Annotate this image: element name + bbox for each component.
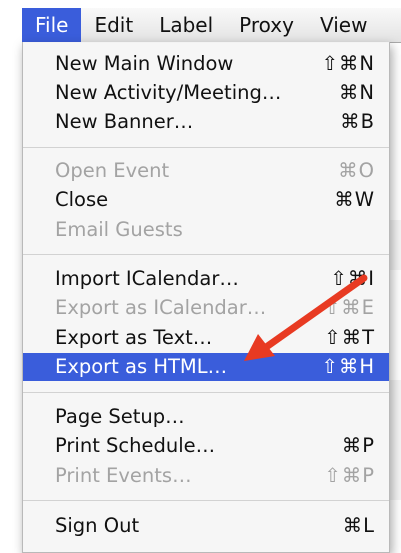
menu-separator <box>23 392 389 393</box>
menu-item-import-icalendar[interactable]: Import ICalendar… ⇧⌘I <box>23 265 389 293</box>
menu-item-new-activity-meeting[interactable]: New Activity/Meeting… ⌘N <box>23 79 389 107</box>
menu-item-new-main-window[interactable]: New Main Window ⇧⌘N <box>23 50 389 78</box>
menu-item-shortcut: ⌘N <box>338 81 375 104</box>
menu-item-label: New Main Window <box>55 52 234 75</box>
menu-item-export-icalendar: Export as ICalendar… ⇧⌘E <box>23 294 389 322</box>
menu-item-page-setup[interactable]: Page Setup… <box>23 403 389 431</box>
menu-item-email-guests: Email Guests <box>23 216 389 244</box>
menu-item-new-banner[interactable]: New Banner… ⌘B <box>23 108 389 136</box>
menu-item-label: Import ICalendar… <box>55 267 239 290</box>
menu-item-shortcut: ⇧⌘E <box>323 296 375 319</box>
menu-item-shortcut: ⌘P <box>341 434 375 457</box>
menu-separator <box>23 254 389 255</box>
menu-item-shortcut: ⇧⌘N <box>321 52 375 75</box>
menu-item-shortcut: ⇧⌘I <box>330 267 375 290</box>
menu-item-shortcut: ⌘O <box>338 159 375 182</box>
menu-item-shortcut: ⇧⌘H <box>321 355 375 378</box>
menu-view[interactable]: View <box>307 8 380 42</box>
menu-item-label: New Banner… <box>55 110 194 133</box>
menu-item-sign-out[interactable]: Sign Out ⌘L <box>23 512 389 540</box>
menu-item-label: Export as Text… <box>55 326 213 349</box>
menu-separator <box>23 500 389 501</box>
menu-item-export-html[interactable]: Export as HTML… ⇧⌘H <box>23 353 389 381</box>
menu-item-shortcut: ⇧⌘T <box>324 326 375 349</box>
menu-item-label: Export as ICalendar… <box>55 296 267 319</box>
menu-item-label: Print Schedule… <box>55 434 216 457</box>
menu-item-shortcut: ⇧⌘P <box>324 464 375 487</box>
menu-item-close[interactable]: Close ⌘W <box>23 186 389 214</box>
menu-item-shortcut: ⌘W <box>334 188 375 211</box>
menu-item-print-events: Print Events… ⇧⌘P <box>23 462 389 490</box>
menu-item-print-schedule[interactable]: Print Schedule… ⌘P <box>23 432 389 460</box>
menu-item-shortcut: ⌘B <box>340 110 375 133</box>
menu-label[interactable]: Label <box>146 8 226 42</box>
menu-edit[interactable]: Edit <box>81 8 146 42</box>
menu-item-label: Email Guests <box>55 218 183 241</box>
menu-item-label: Sign Out <box>55 514 140 537</box>
menu-item-label: Page Setup… <box>55 405 185 428</box>
menu-item-label: Export as HTML… <box>55 355 228 378</box>
file-menu-dropdown: New Main Window ⇧⌘N New Activity/Meeting… <box>22 42 390 553</box>
menu-item-open-event: Open Event ⌘O <box>23 157 389 185</box>
menu-item-label: Close <box>55 188 109 211</box>
menu-bar: File Edit Label Proxy View <box>22 8 401 43</box>
menu-item-export-text[interactable]: Export as Text… ⇧⌘T <box>23 324 389 352</box>
menu-separator <box>23 147 389 148</box>
menu-item-shortcut: ⌘L <box>342 514 375 537</box>
menu-proxy[interactable]: Proxy <box>226 8 307 42</box>
menu-file[interactable]: File <box>22 8 82 42</box>
menu-item-label: Open Event <box>55 159 170 182</box>
menu-item-label: Print Events… <box>55 464 192 487</box>
menu-item-label: New Activity/Meeting… <box>55 81 282 104</box>
